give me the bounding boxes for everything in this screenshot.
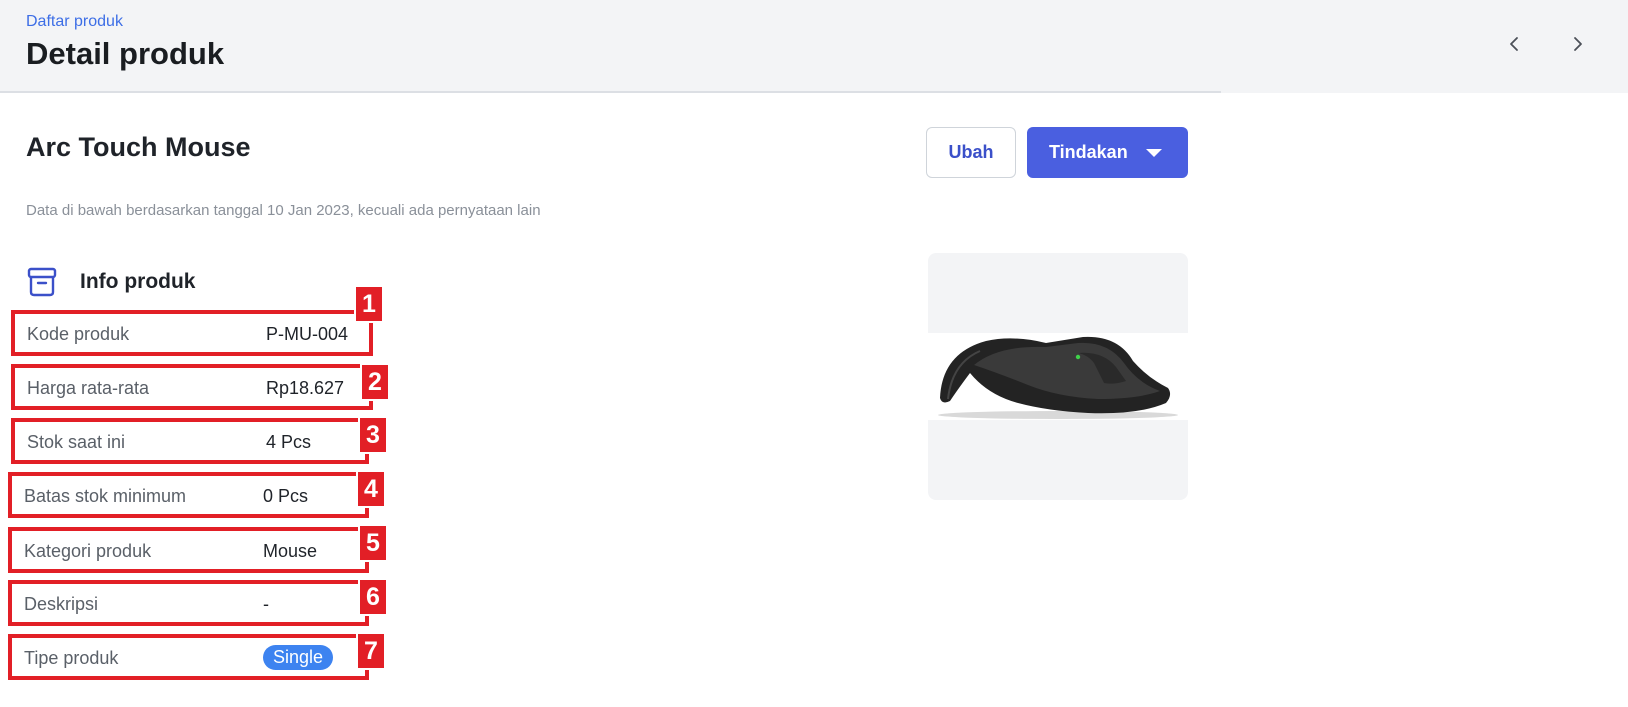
page-header: Daftar produk Detail produk xyxy=(0,0,1221,93)
row-label: Tipe produk xyxy=(24,648,119,668)
annotation-number-1: 1 xyxy=(354,285,384,323)
row-value: P-MU-004 xyxy=(266,324,349,344)
next-button[interactable] xyxy=(1564,30,1592,58)
info-row-current-stock: Stok saat ini 4 Pcs xyxy=(11,418,369,464)
annotation-number-5: 5 xyxy=(358,524,388,562)
caret-down-icon xyxy=(1146,149,1162,157)
archive-box-icon xyxy=(27,267,57,297)
prev-button[interactable] xyxy=(1500,30,1528,58)
row-label: Deskripsi xyxy=(24,594,99,614)
row-value: 0 Pcs xyxy=(263,486,309,506)
info-row-category: Kategori produk Mouse xyxy=(8,527,369,573)
page-title: Detail produk xyxy=(26,36,225,71)
annotation-number-2: 2 xyxy=(360,363,390,401)
chevron-right-icon xyxy=(1574,37,1582,51)
row-value: Rp18.627 xyxy=(266,378,345,398)
mouse-image xyxy=(938,336,1178,419)
section-title-product-info: Info produk xyxy=(80,270,196,293)
data-date-note: Data di bawah berdasarkan tanggal 10 Jan… xyxy=(26,202,541,219)
row-value: - xyxy=(263,594,269,614)
row-label: Batas stok minimum xyxy=(24,486,187,506)
row-label: Kategori produk xyxy=(24,541,152,561)
annotation-number-3: 3 xyxy=(358,416,388,454)
product-detail-page: Daftar produk Detail produk Arc Touch Mo… xyxy=(0,0,1628,707)
edit-button[interactable]: Ubah xyxy=(926,127,1016,178)
chevron-left-icon xyxy=(1510,37,1518,51)
breadcrumb-product-list[interactable]: Daftar produk xyxy=(26,13,123,31)
product-image xyxy=(928,253,1188,500)
actions-dropdown-button[interactable]: Tindakan xyxy=(1027,127,1188,178)
row-label: Harga rata-rata xyxy=(27,378,150,398)
info-row-average-price: Harga rata-rata Rp18.627 xyxy=(11,364,373,410)
annotation-number-4: 4 xyxy=(356,470,386,508)
product-name: Arc Touch Mouse xyxy=(26,132,251,162)
annotation-number-6: 6 xyxy=(358,578,388,616)
row-value: 4 Pcs xyxy=(266,432,312,452)
info-row-product-code: Kode produk P-MU-004 xyxy=(11,310,373,356)
info-row-product-type: Tipe produk Single xyxy=(8,634,369,680)
info-row-description: Deskripsi - xyxy=(8,580,369,626)
annotation-number-7: 7 xyxy=(356,632,386,670)
row-label: Stok saat ini xyxy=(27,432,126,452)
actions-button-label: Tindakan xyxy=(1049,142,1128,162)
row-label: Kode produk xyxy=(27,324,130,344)
product-type-badge: Single xyxy=(263,645,334,670)
row-value: Mouse xyxy=(263,541,318,561)
info-row-minimum-stock: Batas stok minimum 0 Pcs xyxy=(8,472,369,518)
